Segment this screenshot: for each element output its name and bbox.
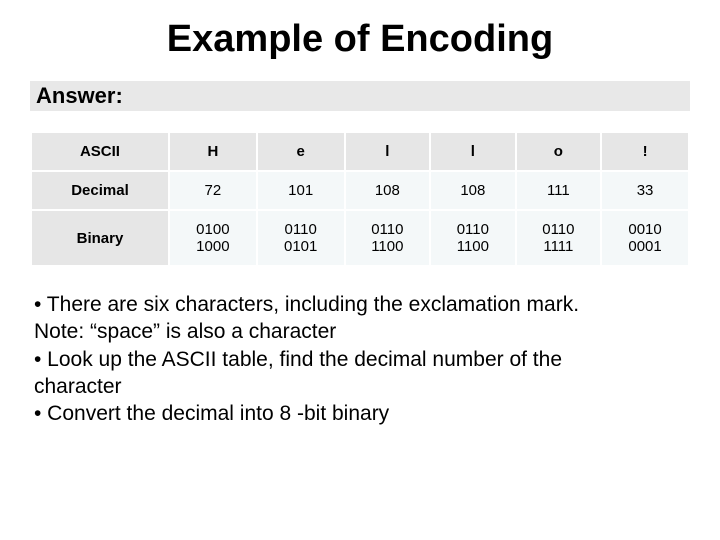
bullet-line: • Convert the decimal into 8 -bit binary (34, 400, 690, 427)
header-cell: o (517, 133, 601, 170)
table-header-row: ASCII H e l l o ! (32, 133, 688, 170)
table-cell: 01100101 (258, 211, 344, 265)
bullet-line: • There are six characters, including th… (34, 291, 690, 318)
table-cell: 33 (602, 172, 688, 209)
table-cell: 108 (346, 172, 430, 209)
bullet-line: Note: “space” is also a character (34, 318, 690, 345)
table-cell: 01101100 (346, 211, 430, 265)
header-cell: ASCII (32, 133, 168, 170)
row-label: Decimal (32, 172, 168, 209)
table-cell: 00100001 (602, 211, 688, 265)
table-cell: 72 (170, 172, 256, 209)
table-cell: 01101100 (431, 211, 515, 265)
header-cell: l (346, 133, 430, 170)
header-cell: ! (602, 133, 688, 170)
header-cell: l (431, 133, 515, 170)
page-title: Example of Encoding (30, 18, 690, 61)
bullet-line: • Look up the ASCII table, find the deci… (34, 346, 690, 373)
header-cell: e (258, 133, 344, 170)
slide: Example of Encoding Answer: ASCII H e l … (0, 0, 720, 540)
table-row: Binary 01001000 01100101 01101100 011011… (32, 211, 688, 265)
table-cell: 01001000 (170, 211, 256, 265)
table-row: Decimal 72 101 108 108 111 33 (32, 172, 688, 209)
answer-label: Answer: (30, 81, 690, 111)
header-cell: H (170, 133, 256, 170)
bullet-line: character (34, 373, 690, 400)
table-cell: 108 (431, 172, 515, 209)
encoding-table: ASCII H e l l o ! Decimal 72 101 108 108… (30, 131, 690, 267)
bullet-list: • There are six characters, including th… (30, 291, 690, 427)
row-label: Binary (32, 211, 168, 265)
table-cell: 111 (517, 172, 601, 209)
table-cell: 101 (258, 172, 344, 209)
table-cell: 01101111 (517, 211, 601, 265)
